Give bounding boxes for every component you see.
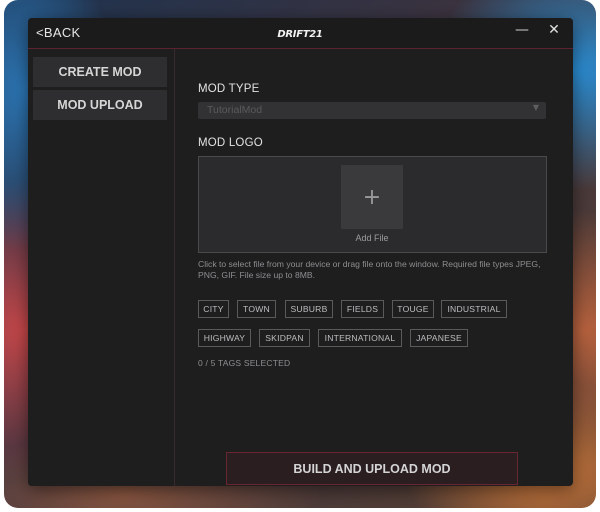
tag-international[interactable]: INTERNATIONAL xyxy=(318,329,402,347)
tag-touge[interactable]: TOUGE xyxy=(392,300,434,318)
tag-city[interactable]: CITY xyxy=(198,300,229,318)
build-and-upload-button[interactable]: BUILD AND UPLOAD MOD xyxy=(226,452,518,485)
sidebar: CREATE MOD MOD UPLOAD xyxy=(28,49,175,486)
mod-type-value: TutorialMod xyxy=(207,104,263,116)
tag-highway[interactable]: HIGHWAY xyxy=(198,329,251,347)
tag-skidpan[interactable]: SKIDPAN xyxy=(259,329,310,347)
mod-type-select[interactable]: TutorialMod ▼ xyxy=(198,102,546,119)
tag-town[interactable]: TOWN xyxy=(237,300,276,318)
tag-fields[interactable]: FIELDS xyxy=(341,300,384,318)
plus-icon: + xyxy=(362,184,382,210)
tag-suburb[interactable]: SUBURB xyxy=(285,300,333,318)
drift21-logo: DRIFT21 xyxy=(277,29,323,40)
upload-help-text: Click to select file from your device or… xyxy=(198,259,541,280)
sidebar-item-mod-upload[interactable]: MOD UPLOAD xyxy=(33,90,167,120)
add-file-label: Add File xyxy=(355,233,389,243)
mod-tool-window: <BACK DRIFT21 — ✕ CREATE MOD MOD UPLOAD … xyxy=(28,18,573,486)
tag-industrial[interactable]: INDUSTRIAL xyxy=(441,300,507,318)
svg-text:DRIFT21: DRIFT21 xyxy=(277,29,322,40)
back-button[interactable]: <BACK xyxy=(36,25,81,40)
close-button[interactable]: ✕ xyxy=(546,22,562,42)
mod-logo-label: MOD LOGO xyxy=(198,137,263,149)
chevron-down-icon: ▼ xyxy=(532,103,539,112)
logo-dropzone[interactable]: + Add File xyxy=(198,156,547,253)
mod-upload-form: MOD TYPE TutorialMod ▼ MOD LOGO + Add Fi… xyxy=(198,49,558,486)
minimize-button[interactable]: — xyxy=(514,22,530,42)
title-bar: <BACK DRIFT21 — ✕ xyxy=(28,18,573,49)
tag-japanese[interactable]: JAPANESE xyxy=(410,329,468,347)
sidebar-item-create-mod[interactable]: CREATE MOD xyxy=(33,57,167,87)
add-file-button[interactable]: + xyxy=(341,165,403,229)
tags-selected-count: 0 / 5 TAGS SELECTED xyxy=(198,358,291,368)
mod-type-label: MOD TYPE xyxy=(198,83,260,95)
